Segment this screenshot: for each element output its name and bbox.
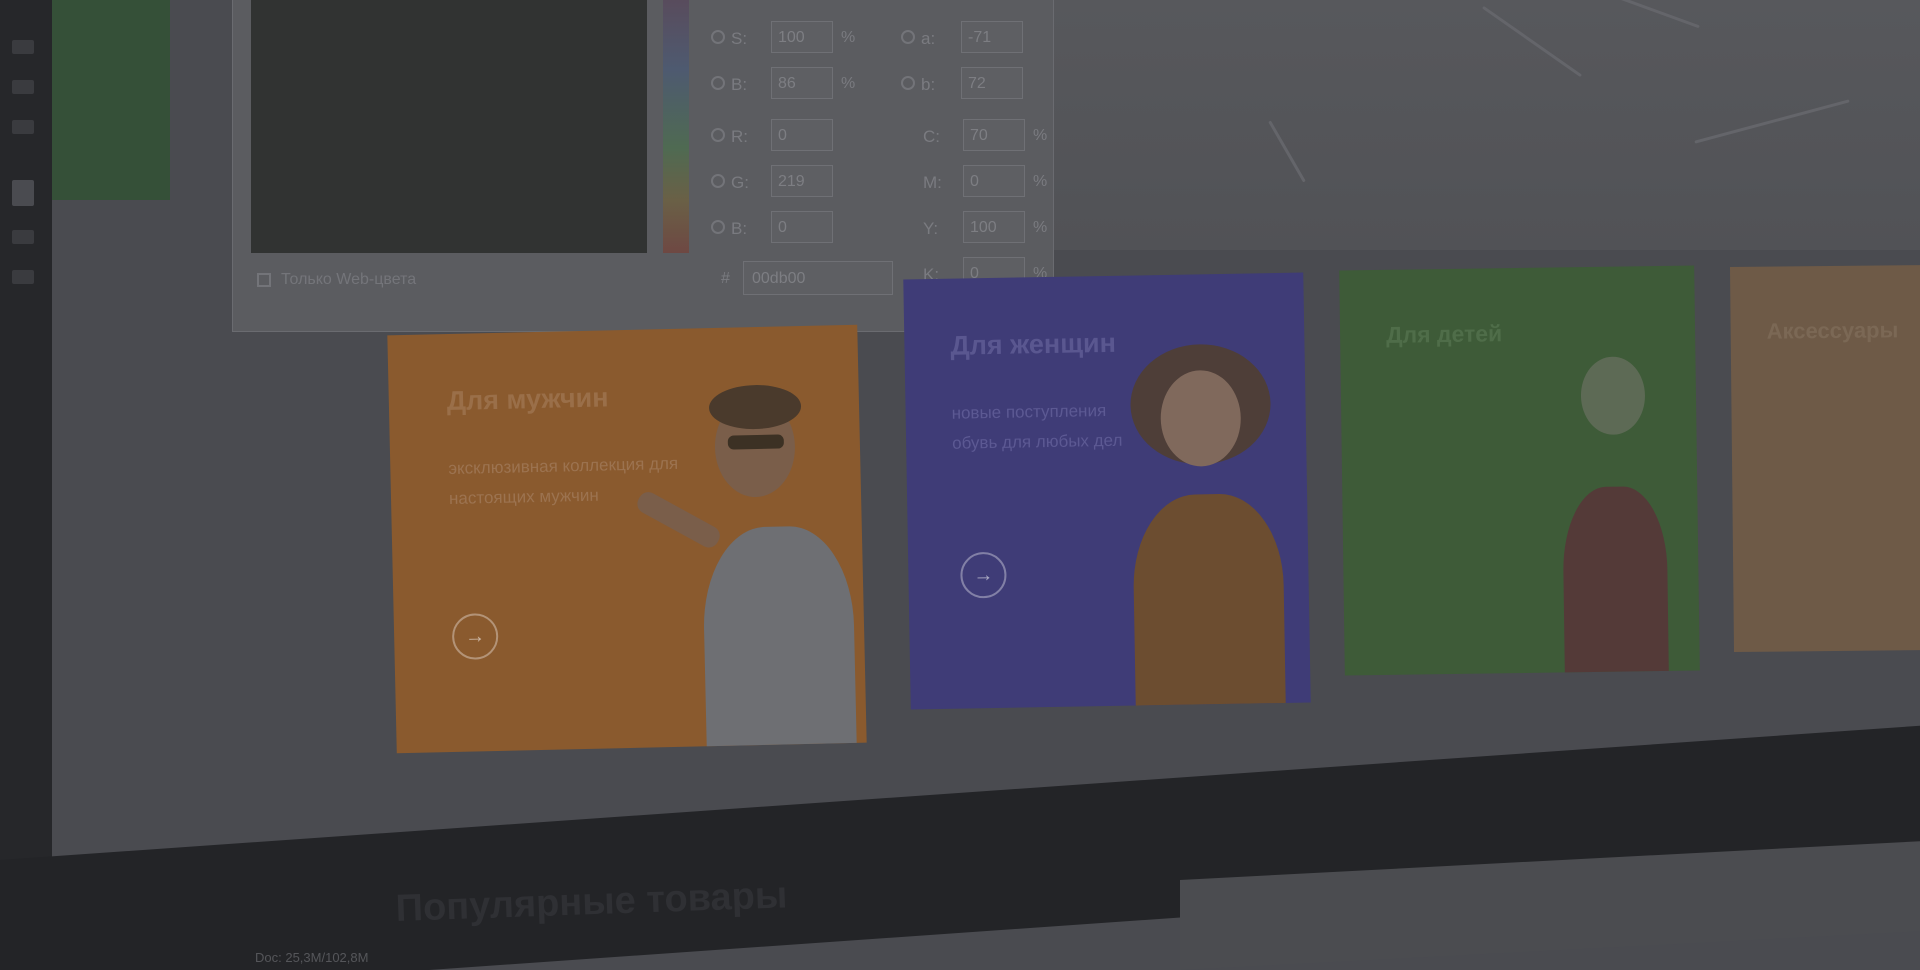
value-input[interactable]: 100	[771, 21, 833, 53]
unit-label: %	[841, 29, 856, 46]
value-input[interactable]: 70	[963, 119, 1025, 151]
hex-input[interactable]: 00db00	[743, 261, 893, 295]
card-title: Аксессуары	[1766, 317, 1899, 344]
canvas-green-area	[52, 0, 170, 200]
field-label: a:	[921, 29, 936, 48]
value-input[interactable]: 86	[771, 67, 833, 99]
photo-scene: S: 100 % B: 86 % R: 0 G: 219 B: 0 a: -71…	[0, 0, 1920, 970]
radio-button[interactable]	[711, 128, 725, 142]
field-label: R:	[731, 127, 748, 146]
value-input[interactable]: 72	[961, 67, 1023, 99]
field-label: b:	[921, 75, 936, 94]
field-label: G:	[731, 173, 749, 192]
value-input[interactable]: 0	[771, 211, 833, 243]
arm	[633, 488, 724, 552]
tool-icon	[12, 230, 34, 244]
shirt	[701, 524, 858, 754]
radio-button[interactable]	[711, 174, 725, 188]
field-label: Y:	[923, 219, 939, 238]
value-input[interactable]: 0	[963, 165, 1025, 197]
color-field[interactable]	[251, 0, 647, 253]
radio-button[interactable]	[711, 220, 725, 234]
background-sketch	[1052, 0, 1920, 250]
sketch-line	[1481, 5, 1583, 78]
category-card-kids[interactable]: Для детей	[1339, 265, 1700, 676]
sketch-line	[1268, 120, 1306, 183]
tool-icon	[12, 80, 34, 94]
field-label: B:	[731, 75, 748, 94]
value-input[interactable]: 100	[963, 211, 1025, 243]
field-label: M:	[923, 173, 942, 192]
unit-label: %	[1033, 127, 1048, 144]
category-card-men[interactable]: Для мужчин эксклюзивная коллекция для на…	[387, 324, 867, 754]
field-label: S:	[731, 29, 748, 48]
field-label: B:	[731, 219, 748, 238]
value-input[interactable]: -71	[961, 21, 1023, 53]
web-only-checkbox[interactable]	[257, 273, 271, 287]
radio-button[interactable]	[901, 30, 915, 44]
sunglasses	[727, 434, 784, 450]
tool-icon	[12, 120, 34, 134]
card-title: Для детей	[1385, 320, 1503, 348]
face	[1580, 356, 1646, 436]
radio-button[interactable]	[711, 30, 725, 44]
man-photo	[633, 355, 867, 754]
unit-label: %	[1033, 173, 1048, 190]
shirt	[1562, 485, 1670, 676]
hex-label: #	[721, 270, 730, 287]
tool-icon	[12, 40, 34, 54]
web-only-label: Только Web-цвета	[281, 271, 417, 288]
arrow-button[interactable]: →	[960, 551, 1007, 599]
status-bar-text: Doc: 25,3M/102,8M	[255, 950, 369, 965]
sketch-line	[1614, 0, 1700, 29]
value-input[interactable]: 219	[771, 165, 833, 197]
arrow-button[interactable]: →	[451, 612, 499, 660]
tool-icon	[12, 180, 34, 206]
editor-toolbar	[0, 0, 52, 970]
tool-icon	[12, 270, 34, 284]
unit-label: %	[1033, 219, 1048, 236]
sweater	[1132, 492, 1286, 710]
value-input[interactable]: 0	[771, 119, 833, 151]
radio-button[interactable]	[711, 76, 725, 90]
radio-button[interactable]	[901, 76, 915, 90]
card-title: Для мужчин	[446, 382, 609, 417]
hue-slider[interactable]	[663, 0, 689, 253]
unit-label: %	[841, 75, 856, 92]
sketch-line	[1694, 99, 1850, 144]
card-title: Для женщин	[950, 327, 1117, 361]
category-card-accessories[interactable]: Аксессуары	[1729, 264, 1920, 653]
category-card-women[interactable]: Для женщин новые поступления обувь для л…	[903, 272, 1311, 710]
field-label: C:	[923, 127, 940, 146]
woman-photo	[1119, 343, 1305, 710]
child-photo	[1550, 356, 1684, 676]
